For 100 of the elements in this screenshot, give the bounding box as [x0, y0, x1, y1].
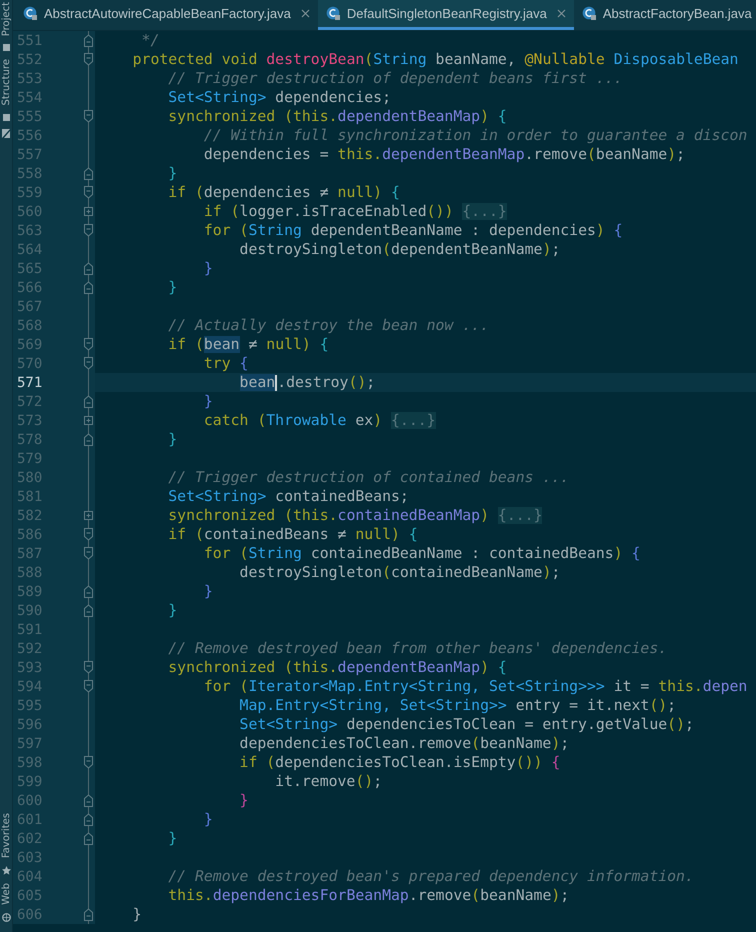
- tool-window-label[interactable]: Favorites: [0, 813, 12, 858]
- fold-marker-icon[interactable]: [84, 794, 92, 807]
- class-icon: [326, 6, 341, 21]
- code-line: for (String containedBeanName : containedBeans) {: [202, 545, 640, 562]
- tool-window-label[interactable]: Project: [0, 2, 12, 36]
- class-icon: [23, 6, 38, 21]
- code-line: }: [167, 830, 178, 847]
- fold-marker-icon[interactable]: [84, 832, 92, 845]
- expand-icon[interactable]: [84, 207, 92, 216]
- line-number: 578: [16, 432, 44, 448]
- code-line: }: [167, 279, 178, 296]
- fold-marker-icon[interactable]: [84, 338, 92, 351]
- fold-marker-icon[interactable]: [84, 34, 92, 47]
- expand-icon[interactable]: [84, 511, 92, 520]
- fold-marker-icon[interactable]: [84, 585, 92, 598]
- code-line: synchronized (this.containedBeanMap) {...}: [167, 507, 542, 524]
- line-number: 569: [16, 336, 44, 352]
- code-line: }: [202, 811, 213, 828]
- code-line: synchronized (this.dependentBeanMap) {: [167, 659, 507, 676]
- fold-marker-icon[interactable]: [84, 547, 92, 560]
- line-number: 556: [16, 128, 44, 144]
- tool-window-label[interactable]: Web: [0, 883, 12, 905]
- globe-icon[interactable]: [2, 913, 10, 922]
- fold-marker-icon[interactable]: [84, 813, 92, 826]
- line-number: 563: [16, 222, 44, 238]
- line-number: 557: [16, 146, 44, 162]
- line-number: 592: [16, 640, 44, 656]
- line-number: 552: [16, 52, 44, 68]
- code-line: it.remove();: [274, 773, 382, 790]
- line-number: 551: [16, 32, 44, 48]
- code-line: */: [140, 32, 160, 49]
- fold-marker-icon[interactable]: [84, 395, 92, 408]
- code-line: catch (Throwable ex) {...}: [202, 412, 436, 429]
- code-line: if (logger.isTraceEnabled()) {...}: [202, 203, 507, 220]
- code-line: for (String dependentBeanName : dependencies) {: [202, 222, 623, 239]
- code-line: Set<String> dependencies;: [167, 89, 391, 106]
- fold-marker-icon[interactable]: [84, 661, 92, 674]
- fold-marker-icon[interactable]: [84, 262, 92, 275]
- line-number: 554: [16, 90, 44, 106]
- fold-marker-icon[interactable]: [84, 167, 92, 180]
- close-icon[interactable]: [556, 9, 566, 18]
- editor-tab[interactable]: DefaultSingletonBeanRegistry.java: [318, 0, 574, 30]
- line-number: 565: [16, 260, 44, 276]
- line-number: 567: [16, 298, 44, 314]
- code-line: if (dependencies ≠ null) {: [167, 184, 400, 201]
- fold-marker-icon[interactable]: [84, 53, 92, 66]
- line-number: 597: [16, 736, 44, 752]
- fold-marker-icon[interactable]: [84, 756, 92, 769]
- line-number: 579: [16, 450, 44, 466]
- code-line: // Remove destroyed bean's prepared dependency information.: [167, 868, 694, 885]
- tool-window-label[interactable]: Structure: [0, 59, 12, 106]
- code-line: }: [167, 602, 178, 619]
- line-number: 595: [16, 698, 44, 714]
- line-number: 587: [16, 546, 44, 562]
- line-number: 590: [16, 602, 44, 618]
- code-line: try {: [202, 355, 248, 372]
- line-number: 559: [16, 184, 44, 200]
- line-number: 558: [16, 166, 44, 182]
- square-icon[interactable]: [2, 114, 10, 121]
- star-icon[interactable]: [2, 866, 10, 876]
- line-number: 600: [16, 792, 44, 808]
- square-icon[interactable]: [2, 44, 10, 52]
- fold-marker-icon[interactable]: [84, 604, 92, 617]
- fold-marker-icon[interactable]: [84, 281, 92, 294]
- line-number: 586: [16, 526, 44, 542]
- code-line: dependenciesToClean.remove(beanName);: [238, 735, 570, 752]
- code-line: }: [238, 792, 248, 809]
- line-number: 560: [16, 204, 44, 220]
- code-line: if (containedBeans ≠ null) {: [167, 526, 418, 543]
- line-number: 606: [16, 906, 44, 922]
- editor-tab[interactable]: AbstractAutowireCapableBeanFactory.java: [15, 0, 318, 30]
- fold-marker-icon[interactable]: [84, 528, 92, 541]
- code-line: dependencies = this.dependentBeanMap.remove(beanName);: [202, 146, 686, 163]
- expand-icon[interactable]: [84, 416, 92, 425]
- code-line: for (Iterator<Map.Entry<String, Set<String>>> it = this.depen: [202, 678, 748, 695]
- fold-marker-icon[interactable]: [84, 186, 92, 199]
- code-line: }: [167, 165, 178, 182]
- close-icon[interactable]: [300, 9, 310, 18]
- line-number: 571: [16, 374, 44, 390]
- fold-marker-icon[interactable]: [84, 433, 92, 446]
- class-icon: [582, 6, 597, 21]
- line-number: 599: [16, 774, 44, 790]
- line-number: 596: [16, 716, 44, 732]
- square-icon[interactable]: [2, 128, 10, 138]
- fold-marker-icon[interactable]: [84, 224, 92, 237]
- code-line: synchronized (this.dependentBeanMap) {: [167, 108, 507, 125]
- code-line: // Within full synchronization in order to guarantee a discon: [202, 127, 748, 144]
- fold-marker-icon[interactable]: [84, 908, 92, 921]
- fold-marker-icon[interactable]: [84, 110, 92, 123]
- fold-marker-icon[interactable]: [84, 680, 92, 693]
- code-line: Set<String> dependenciesToClean = entry.getValue();: [238, 716, 694, 733]
- editor-tab[interactable]: AbstractFactoryBean.java: [574, 0, 756, 30]
- fold-marker-icon[interactable]: [84, 357, 92, 370]
- code-line: if (dependenciesToClean.isEmpty()) {: [238, 754, 560, 771]
- line-number: 601: [16, 812, 44, 828]
- code-line: // Actually destroy the bean now ...: [167, 317, 489, 334]
- line-number: 553: [16, 70, 44, 86]
- line-number: 580: [16, 470, 44, 486]
- code-line: protected void destroyBean(String beanName, @Nullable DisposableBean: [132, 51, 738, 68]
- line-number: 602: [16, 830, 44, 846]
